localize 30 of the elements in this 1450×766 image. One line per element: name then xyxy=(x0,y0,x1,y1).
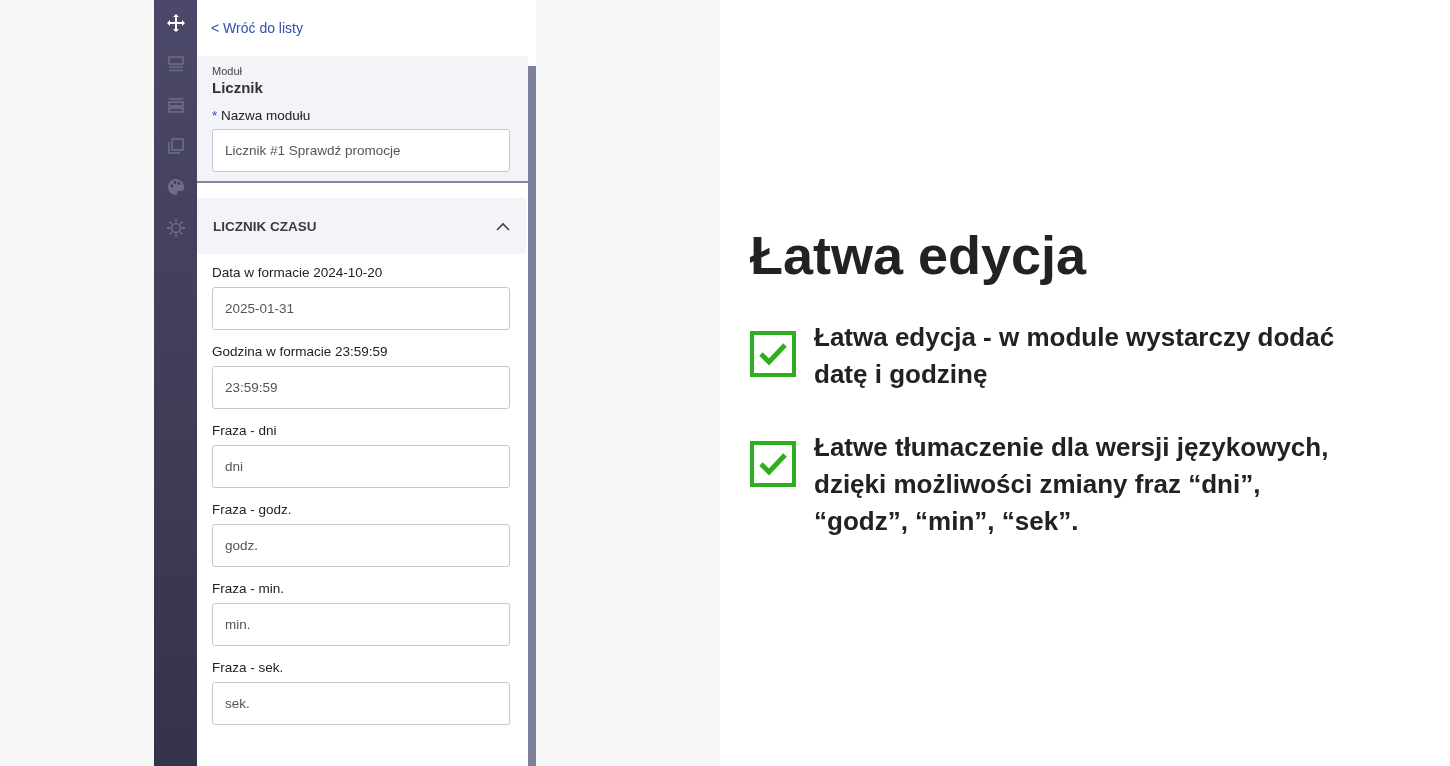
palette-icon[interactable] xyxy=(165,177,186,197)
field-label: Fraza - sek. xyxy=(212,660,285,675)
input-field[interactable]: 23:59:59 xyxy=(212,366,510,409)
rows-icon[interactable] xyxy=(165,95,186,115)
field-label: Fraza - min. xyxy=(212,581,285,596)
input-field[interactable]: godz. xyxy=(212,524,510,567)
module-caption: Moduł xyxy=(212,65,243,77)
field-label: * Nazwa modułu xyxy=(212,108,312,123)
scrollbar[interactable] xyxy=(528,66,536,766)
copy-icon[interactable] xyxy=(165,136,186,156)
input-field[interactable]: min. xyxy=(212,603,510,646)
field-label: Godzina w formacie 23:59:59 xyxy=(212,344,389,359)
section-header[interactable]: LICZNIK CZASU xyxy=(197,198,526,254)
back-link[interactable]: < Wróć do listy xyxy=(211,20,303,36)
settings-icon[interactable] xyxy=(165,218,186,238)
module-name-field[interactable]: Licznik #1 Sprawdź promocje xyxy=(212,129,510,172)
module-name: Licznik xyxy=(212,79,264,96)
heading: Łatwa edycja xyxy=(750,226,1088,286)
layout-icon[interactable] xyxy=(165,54,186,74)
feature-text: Łatwe tłumaczenie dla wersji językowych, dzięki możliwości zmiany fraz “dni”, “godz”, “min”, “sek”. xyxy=(814,431,1329,539)
chevron-icon[interactable] xyxy=(496,221,510,231)
input-field[interactable]: dni xyxy=(212,445,510,488)
field-label: Data w formacie 2024-10-20 xyxy=(212,265,384,280)
move-icon[interactable] xyxy=(165,13,186,33)
section-title: LICZNIK CZASU xyxy=(213,218,317,234)
field-label: Fraza - dni xyxy=(212,423,278,438)
feature-text: Łatwa edycja - w module wystarczy dodać datę i godzinę xyxy=(814,321,1335,392)
field-label: Fraza - godz. xyxy=(212,502,293,517)
input-field[interactable]: 2025-01-31 xyxy=(212,287,510,330)
input-field[interactable]: sek. xyxy=(212,682,510,725)
